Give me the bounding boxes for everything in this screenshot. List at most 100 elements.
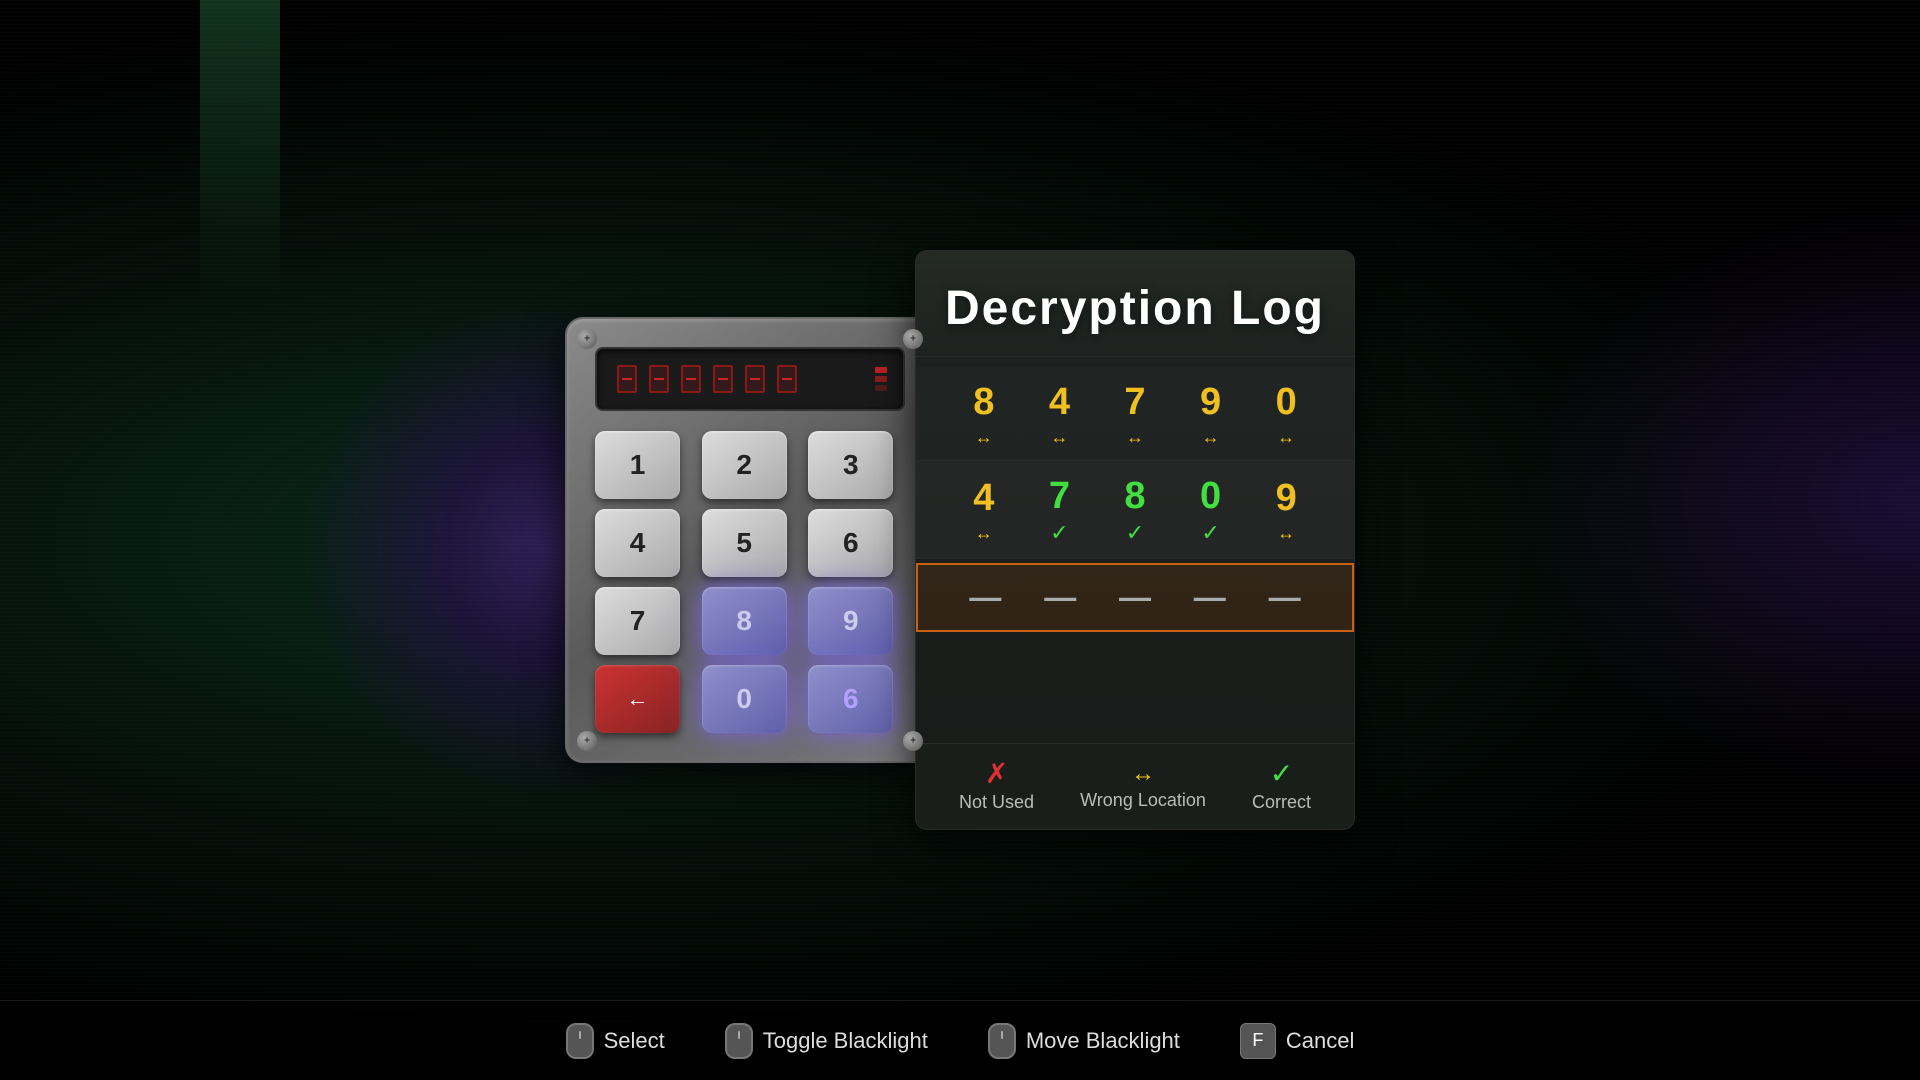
log-num-r2-1: 4 xyxy=(973,477,994,520)
indicator-seg-1 xyxy=(875,367,887,373)
log-num-r2-5: 9 xyxy=(1276,477,1297,520)
key-7[interactable]: 7 xyxy=(595,587,680,655)
f-key-icon: F xyxy=(1240,1023,1276,1059)
screw-tr xyxy=(903,329,923,349)
log-row-1: 8 ↔ 4 ↔ 7 ↔ 9 ↔ xyxy=(916,367,1354,461)
log-cell-active-2: — xyxy=(1030,579,1090,616)
keypad-display xyxy=(595,347,905,411)
log-ind-r2-3: ✓ xyxy=(1126,522,1144,544)
log-dash-2: — xyxy=(1044,579,1076,616)
mouse-mid-icon xyxy=(725,1023,753,1059)
action-move-blacklight: Move Blacklight xyxy=(988,1023,1180,1059)
log-num-r2-2: 7 xyxy=(1049,475,1070,518)
log-title: Decryption Log xyxy=(936,281,1334,336)
log-cell-active-4: — xyxy=(1180,579,1240,616)
log-ind-r2-5: ↔ xyxy=(1277,524,1295,542)
log-cell-r2-2: 7 ✓ xyxy=(1029,475,1089,544)
display-digit-3 xyxy=(677,361,705,397)
game-area: 1 2 3 4 5 6 7 8 9 ← 0 6 Decryption xyxy=(565,250,1355,830)
log-dash-5: — xyxy=(1269,579,1301,616)
display-indicator xyxy=(875,367,887,391)
log-row-active: — — — — — xyxy=(916,563,1354,632)
log-legend: ✗ Not Used ↔ Wrong Location ✓ Correct xyxy=(916,743,1354,829)
log-dash-1: — xyxy=(969,579,1001,616)
log-cell-r2-3: 8 ✓ xyxy=(1105,475,1165,544)
display-digit-5 xyxy=(741,361,769,397)
log-dash-4: — xyxy=(1194,579,1226,616)
log-num-r1-3: 7 xyxy=(1124,381,1145,424)
key-5[interactable]: 5 xyxy=(702,509,787,577)
key-9[interactable]: 9 xyxy=(808,587,893,655)
not-used-icon: ✗ xyxy=(985,760,1008,788)
log-ind-r1-2: ↔ xyxy=(1050,428,1068,446)
wrong-location-icon: ↔ xyxy=(1131,762,1155,786)
log-cell-r1-1: 8 ↔ xyxy=(954,381,1014,446)
log-num-r1-1: 8 xyxy=(973,381,994,424)
log-panel: Decryption Log 8 ↔ 4 ↔ 7 ↔ xyxy=(915,250,1355,830)
log-cell-r2-5: 9 ↔ xyxy=(1256,477,1316,542)
action-toggle-blacklight: Toggle Blacklight xyxy=(725,1023,928,1059)
key-0[interactable]: 0 xyxy=(702,665,787,733)
log-num-r2-4: 0 xyxy=(1200,475,1221,518)
mouse-right-icon xyxy=(988,1023,1016,1059)
display-digit-2 xyxy=(645,361,673,397)
action-select-label: Select xyxy=(604,1028,665,1054)
key-backspace[interactable]: ← xyxy=(595,665,680,733)
main-container: 1 2 3 4 5 6 7 8 9 ← 0 6 Decryption xyxy=(0,0,1920,1080)
log-cell-r2-4: 0 ✓ xyxy=(1181,475,1241,544)
key-6[interactable]: 6 xyxy=(808,509,893,577)
screw-br xyxy=(903,731,923,751)
screw-tl xyxy=(577,329,597,349)
display-digit-4 xyxy=(709,361,737,397)
log-num-r1-2: 4 xyxy=(1049,381,1070,424)
log-num-r1-4: 9 xyxy=(1200,381,1221,424)
log-ind-r1-3: ↔ xyxy=(1126,428,1144,446)
log-cell-active-1: — xyxy=(955,579,1015,616)
action-move-label: Move Blacklight xyxy=(1026,1028,1180,1054)
log-ind-r1-1: ↔ xyxy=(975,428,993,446)
not-used-label: Not Used xyxy=(959,792,1034,813)
keypad-wrapper: 1 2 3 4 5 6 7 8 9 ← 0 6 xyxy=(565,317,935,763)
action-cancel: F Cancel xyxy=(1240,1023,1354,1059)
log-cell-r1-4: 9 ↔ xyxy=(1181,381,1241,446)
key-8[interactable]: 8 xyxy=(702,587,787,655)
display-digits xyxy=(613,361,863,397)
log-cell-active-3: — xyxy=(1105,579,1165,616)
log-num-r1-5: 0 xyxy=(1276,381,1297,424)
indicator-seg-3 xyxy=(875,385,887,391)
indicator-seg-2 xyxy=(875,376,887,382)
wrong-location-label: Wrong Location xyxy=(1080,790,1206,811)
legend-wrong-location: ↔ Wrong Location xyxy=(1080,762,1206,811)
log-row-2: 4 ↔ 7 ✓ 8 ✓ 0 ✓ xyxy=(916,461,1354,559)
legend-not-used: ✗ Not Used xyxy=(959,760,1034,813)
log-cell-r1-2: 4 ↔ xyxy=(1029,381,1089,446)
keypad-frame: 1 2 3 4 5 6 7 8 9 ← 0 6 xyxy=(565,317,935,763)
key-1[interactable]: 1 xyxy=(595,431,680,499)
screw-bl xyxy=(577,731,597,751)
log-dash-3: — xyxy=(1119,579,1151,616)
log-cell-r1-5: 0 ↔ xyxy=(1256,381,1316,446)
log-ind-r2-1: ↔ xyxy=(975,524,993,542)
log-cell-active-5: — xyxy=(1255,579,1315,616)
log-ind-r2-4: ✓ xyxy=(1201,522,1219,544)
log-cell-r1-3: 7 ↔ xyxy=(1105,381,1165,446)
key-3[interactable]: 3 xyxy=(808,431,893,499)
correct-icon: ✓ xyxy=(1270,760,1293,788)
action-cancel-label: Cancel xyxy=(1286,1028,1354,1054)
key-2[interactable]: 2 xyxy=(702,431,787,499)
log-title-area: Decryption Log xyxy=(916,251,1354,357)
action-toggle-label: Toggle Blacklight xyxy=(763,1028,928,1054)
log-num-r2-3: 8 xyxy=(1124,475,1145,518)
correct-label: Correct xyxy=(1252,792,1311,813)
log-ind-r1-5: ↔ xyxy=(1277,428,1295,446)
key-4[interactable]: 4 xyxy=(595,509,680,577)
display-digit-6 xyxy=(773,361,801,397)
log-rows: 8 ↔ 4 ↔ 7 ↔ 9 ↔ xyxy=(916,357,1354,646)
key-6b[interactable]: 6 xyxy=(808,665,893,733)
bottom-bar: Select Toggle Blacklight Move Blacklight… xyxy=(0,1000,1920,1080)
log-cell-r2-1: 4 ↔ xyxy=(954,477,1014,542)
log-ind-r2-2: ✓ xyxy=(1050,522,1068,544)
display-digit-1 xyxy=(613,361,641,397)
legend-correct: ✓ Correct xyxy=(1252,760,1311,813)
mouse-left-icon xyxy=(566,1023,594,1059)
